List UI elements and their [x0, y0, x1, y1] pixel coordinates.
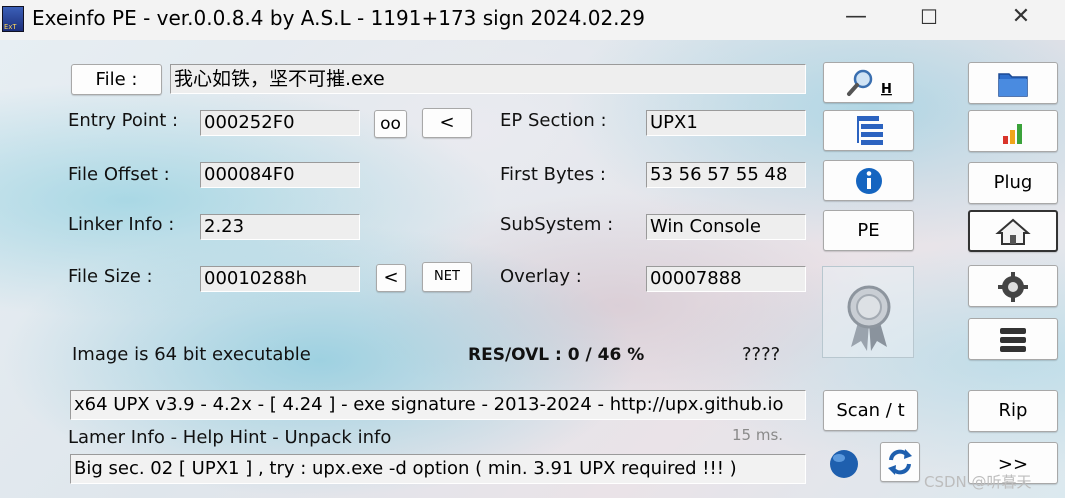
home-icon	[995, 218, 1031, 245]
maximize-button[interactable]: ☐	[906, 0, 952, 36]
unknown-text: ????	[742, 344, 781, 365]
bitness-text: Image is 64 bit executable	[72, 344, 311, 365]
entry-point-field[interactable]: 000252F0	[200, 110, 360, 136]
file-size-label: File Size :	[68, 266, 153, 287]
refresh-button[interactable]	[880, 442, 920, 482]
title-bar: Exeinfo PE - ver.0.0.8.4 by A.S.L - 1191…	[0, 0, 1065, 40]
subsystem-label: SubSystem :	[500, 214, 614, 235]
info-button[interactable]	[823, 160, 914, 201]
file-name-field[interactable]: 我心如铁，坚不可摧.exe	[170, 64, 806, 94]
app-icon	[2, 6, 24, 32]
magnifier-icon: H	[846, 69, 892, 97]
file-offset-field[interactable]: 000084F0	[200, 162, 360, 188]
ep-section-label: EP Section :	[500, 110, 607, 131]
first-bytes-field[interactable]: 53 56 57 55 48	[646, 162, 806, 188]
search-hotkey: H	[881, 82, 892, 97]
pe-button[interactable]: PE	[823, 210, 914, 251]
ep-prev-button[interactable]: <	[422, 108, 472, 138]
gear-icon	[998, 272, 1028, 302]
ep-section-field[interactable]: UPX1	[646, 110, 806, 136]
watermark: CSDN @听暮天	[924, 473, 1032, 491]
file-button[interactable]: File :	[71, 64, 162, 95]
plug-button[interactable]: Plug	[968, 162, 1058, 204]
home-button[interactable]	[968, 210, 1058, 252]
first-bytes-label: First Bytes :	[500, 164, 606, 185]
info-icon	[855, 168, 882, 194]
lamer-info-text: Lamer Info - Help Hint - Unpack info	[68, 427, 392, 448]
net-button[interactable]: NET	[422, 262, 472, 292]
detection-field[interactable]: x64 UPX v3.9 - 4.2x - [ 4.24 ] - exe sig…	[70, 390, 806, 420]
award-panel	[822, 266, 914, 358]
linker-info-field[interactable]: 2.23	[200, 214, 360, 240]
scan-time: 15 ms.	[732, 426, 784, 444]
minimize-button[interactable]: —	[833, 0, 879, 36]
file-offset-label: File Offset :	[68, 164, 170, 185]
scan-button[interactable]: Scan / t	[823, 390, 918, 431]
web-button[interactable]	[823, 444, 865, 484]
close-button[interactable]: ✕	[998, 0, 1044, 36]
file-size-field[interactable]: 00010288h	[200, 266, 360, 292]
search-button[interactable]: H	[823, 62, 914, 103]
tree-list-icon	[856, 116, 883, 145]
section-view-button[interactable]	[823, 110, 914, 151]
main-panel: File : 我心如铁，坚不可摧.exe Entry Point : 00025…	[0, 40, 1065, 498]
subsystem-field[interactable]: Win Console	[646, 214, 806, 240]
stack-list-icon	[1000, 328, 1026, 352]
globe-icon	[830, 450, 858, 478]
folder-icon	[998, 73, 1028, 97]
window-title: Exeinfo PE - ver.0.0.8.4 by A.S.L - 1191…	[32, 6, 645, 30]
linker-info-label: Linker Info :	[68, 214, 175, 235]
refresh-icon	[888, 449, 912, 475]
rip-button[interactable]: Rip	[968, 390, 1058, 432]
oo-button[interactable]: oo	[374, 110, 407, 138]
menu-button[interactable]	[968, 318, 1058, 360]
entry-point-label: Entry Point :	[68, 110, 179, 131]
settings-button[interactable]	[968, 265, 1058, 307]
overlay-field[interactable]: 00007888	[646, 266, 806, 292]
size-prev-button[interactable]: <	[376, 264, 406, 292]
hint-field[interactable]: Big sec. 02 [ UPX1 ] , try : upx.exe -d …	[70, 454, 806, 484]
res-ovl-text: RES/OVL : 0 / 46 %	[468, 345, 645, 365]
open-folder-button[interactable]	[968, 62, 1058, 104]
overlay-label: Overlay :	[500, 266, 582, 287]
signal-bars-icon	[1003, 124, 1022, 144]
stats-button[interactable]	[968, 110, 1058, 152]
award-ribbon-icon	[847, 285, 891, 351]
